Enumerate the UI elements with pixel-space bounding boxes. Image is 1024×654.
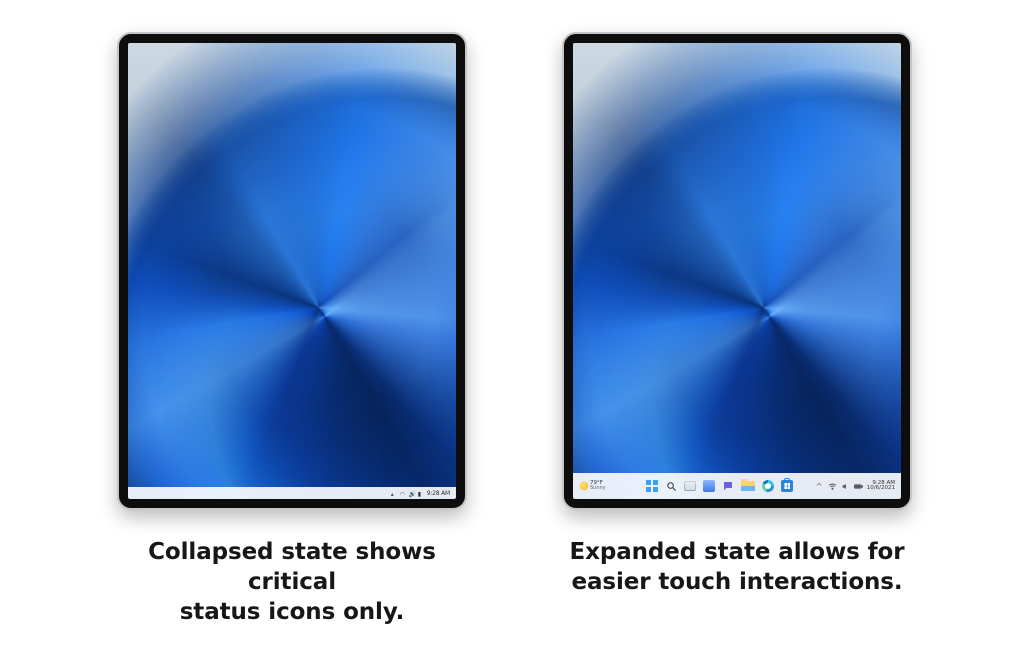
chevron-up-icon[interactable]: ^ [815,482,824,491]
tablet-expanded-column: 79°F Sunny [562,32,912,598]
caption-collapsed: Collapsed state shows critical status ic… [112,538,472,628]
screen-left: 9:28 AM [128,43,456,499]
clock-text[interactable]: 9:28 AM [427,490,450,497]
microsoft-store-icon[interactable] [781,480,793,492]
wifi-icon[interactable] [828,482,837,491]
volume-icon[interactable] [409,490,415,496]
taskbar-right-group: ^ 9:28 AM 10/6/2021 [815,481,897,492]
taskbar-collapsed[interactable]: 9:28 AM [128,487,456,499]
caption-line: Collapsed state shows critical [148,539,436,595]
tablet-collapsed-column: 9:28 AM Collapsed state shows critical s… [112,32,472,628]
file-explorer-icon[interactable] [741,481,755,491]
tablet-device-right: 79°F Sunny [562,32,912,510]
clock-date[interactable]: 9:28 AM 10/6/2021 [867,481,895,492]
weather-desc: Sunny [590,486,606,491]
taskbar-drag-handle[interactable] [128,490,134,496]
caption-line: easier touch interactions. [571,569,902,595]
sun-icon [580,482,588,490]
task-view-icon[interactable] [684,481,696,491]
volume-icon[interactable] [841,482,850,491]
chevron-up-icon[interactable] [391,490,397,496]
weather-widget[interactable]: 79°F Sunny [580,481,606,492]
caption-expanded: Expanded state allows for easier touch i… [570,538,905,598]
taskbar-expanded[interactable]: 79°F Sunny [573,473,901,499]
chat-icon[interactable] [722,480,734,492]
wallpaper-swirl-overlay [573,43,901,499]
wallpaper-swirl-overlay [128,43,456,499]
start-icon[interactable] [646,480,658,492]
widgets-icon[interactable] [703,480,715,492]
tablet-device-left: 9:28 AM [117,32,467,510]
battery-icon[interactable] [418,490,424,496]
clock-date-text: 10/6/2021 [867,486,895,492]
battery-icon[interactable] [854,482,863,491]
wifi-icon[interactable] [400,490,406,496]
caption-line: status icons only. [180,599,405,625]
edge-icon[interactable] [762,480,774,492]
taskbar-center-group [646,480,793,492]
search-icon[interactable] [665,480,677,492]
screen-right: 79°F Sunny [573,43,901,499]
taskbar-left-group: 79°F Sunny [577,481,625,492]
caption-line: Expanded state allows for [570,539,905,565]
